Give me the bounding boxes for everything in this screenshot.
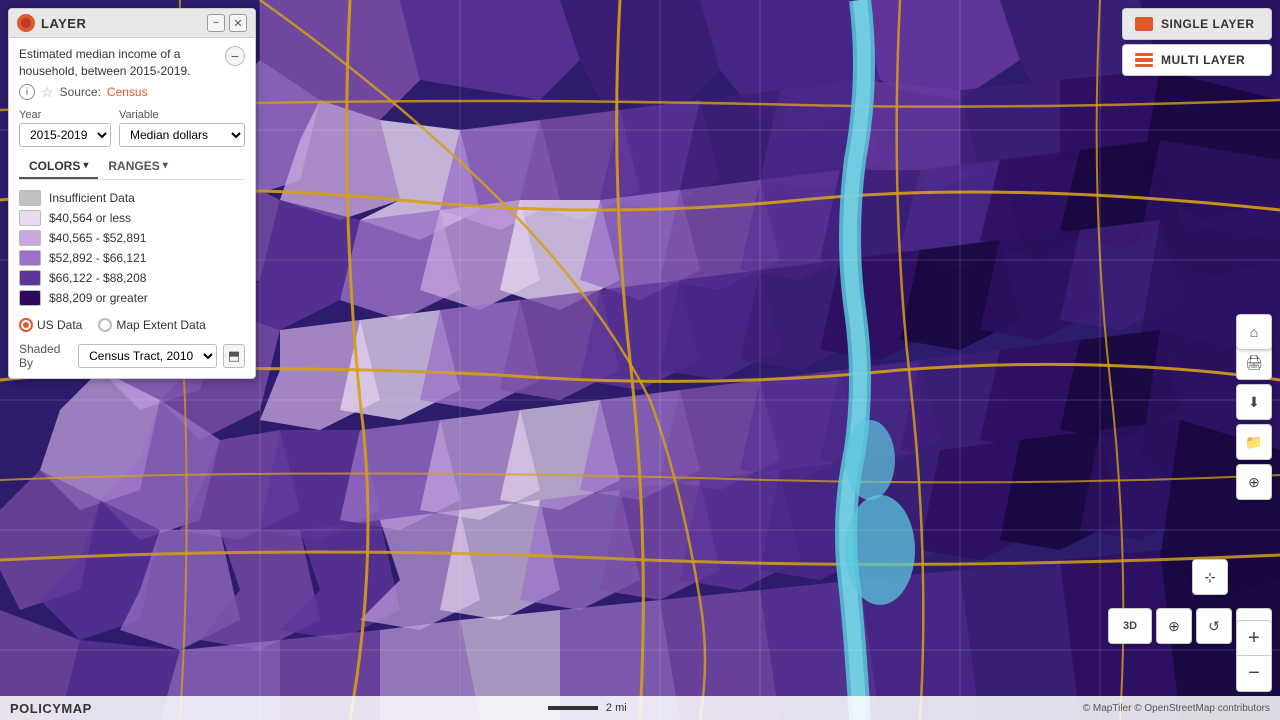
attribution-text: © MapTiler © OpenStreetMap contributors xyxy=(1083,703,1270,714)
collapse-button[interactable]: − xyxy=(225,46,245,66)
favorite-icon[interactable]: ☆ xyxy=(41,84,54,101)
radio-us-label: US Data xyxy=(37,318,82,332)
legend-item: $40,565 - $52,891 xyxy=(19,228,245,248)
radio-extent-data[interactable]: Map Extent Data xyxy=(98,318,205,332)
legend-swatch xyxy=(19,270,41,286)
variable-label: Variable xyxy=(119,109,245,121)
legend-swatch xyxy=(19,290,41,306)
panel-header: LAYER − ✕ xyxy=(9,9,255,38)
description-text: Estimated median income of a household, … xyxy=(19,46,219,80)
year-select[interactable]: 2015-2019 xyxy=(19,123,111,147)
share-icon-btn[interactable]: ⊕ xyxy=(1236,464,1272,500)
info-icon[interactable]: i xyxy=(19,84,35,100)
legend-swatch xyxy=(19,250,41,266)
radio-us-dot xyxy=(19,318,33,332)
rotate-button[interactable]: ↺ xyxy=(1196,608,1232,644)
shaded-by-label: Shaded By xyxy=(19,342,72,370)
legend-label: $40,565 - $52,891 xyxy=(49,231,146,245)
layer-icon xyxy=(17,14,35,32)
single-layer-button[interactable]: SINGLE LAYER xyxy=(1122,8,1272,40)
legend-item: $40,564 or less xyxy=(19,208,245,228)
legend-label: $52,892 - $66,121 xyxy=(49,251,146,265)
legend-item: $66,122 - $88,208 xyxy=(19,268,245,288)
minimize-button[interactable]: − xyxy=(207,14,225,32)
multi-layer-label: MULTI LAYER xyxy=(1161,53,1245,67)
export-button[interactable]: ⬒ xyxy=(223,344,245,368)
legend-swatch xyxy=(19,230,41,246)
cursor-tool-button[interactable]: ⊹ xyxy=(1192,559,1228,595)
legend-label: $66,122 - $88,208 xyxy=(49,271,146,285)
legend-swatch xyxy=(19,210,41,226)
legend-label: $40,564 or less xyxy=(49,211,131,225)
legend-item: $88,209 or greater xyxy=(19,288,245,308)
layer-switcher: SINGLE LAYER MULTI LAYER xyxy=(1122,8,1272,76)
legend-swatch xyxy=(19,190,41,206)
zoom-out-button[interactable]: − xyxy=(1236,656,1272,692)
variable-select[interactable]: Median dollars xyxy=(119,123,245,147)
radio-us-data[interactable]: US Data xyxy=(19,318,82,332)
scale-label: 2 mi xyxy=(606,702,627,714)
zoom-in-button[interactable]: + xyxy=(1236,620,1272,656)
tab-ranges[interactable]: RANGES ▾ xyxy=(98,155,177,179)
tab-colors[interactable]: COLORS ▾ xyxy=(19,155,98,179)
folder-icon-btn[interactable]: 📁 xyxy=(1236,424,1272,460)
download-icon-btn[interactable]: ⬇ xyxy=(1236,384,1272,420)
bottom-bar: POLICYMAP 2 mi © MapTiler © OpenStreetMa… xyxy=(0,696,1280,720)
home-icon-btn[interactable]: ⌂ xyxy=(1236,314,1272,350)
single-layer-icon xyxy=(1135,17,1153,31)
source-link[interactable]: Census xyxy=(107,85,148,99)
colors-arrow-icon: ▾ xyxy=(83,160,88,171)
legend-item: Insufficient Data xyxy=(19,188,245,208)
legend-item: $52,892 - $66,121 xyxy=(19,248,245,268)
year-label: Year xyxy=(19,109,111,121)
multi-layer-button[interactable]: MULTI LAYER xyxy=(1122,44,1272,76)
panel-title: LAYER xyxy=(41,16,86,31)
scale-bar: 2 mi xyxy=(548,702,627,714)
policymap-logo: POLICYMAP xyxy=(10,701,92,716)
shaded-by-select[interactable]: Census Tract, 2010 xyxy=(78,344,217,368)
multi-layer-icon xyxy=(1135,53,1153,67)
geolocate-button[interactable]: ⊕ xyxy=(1156,608,1192,644)
legend-list: Insufficient Data $40,564 or less $40,56… xyxy=(19,188,245,308)
radio-extent-label: Map Extent Data xyxy=(116,318,205,332)
close-button[interactable]: ✕ xyxy=(229,14,247,32)
layer-panel: LAYER − ✕ Estimated median income of a h… xyxy=(8,8,256,379)
ranges-arrow-icon: ▾ xyxy=(163,160,168,171)
radio-extent-dot xyxy=(98,318,112,332)
legend-label: $88,209 or greater xyxy=(49,291,148,305)
source-label: Source: xyxy=(60,85,101,99)
single-layer-label: SINGLE LAYER xyxy=(1161,17,1255,31)
3d-button[interactable]: 3D xyxy=(1108,608,1152,644)
legend-label: Insufficient Data xyxy=(49,191,135,205)
